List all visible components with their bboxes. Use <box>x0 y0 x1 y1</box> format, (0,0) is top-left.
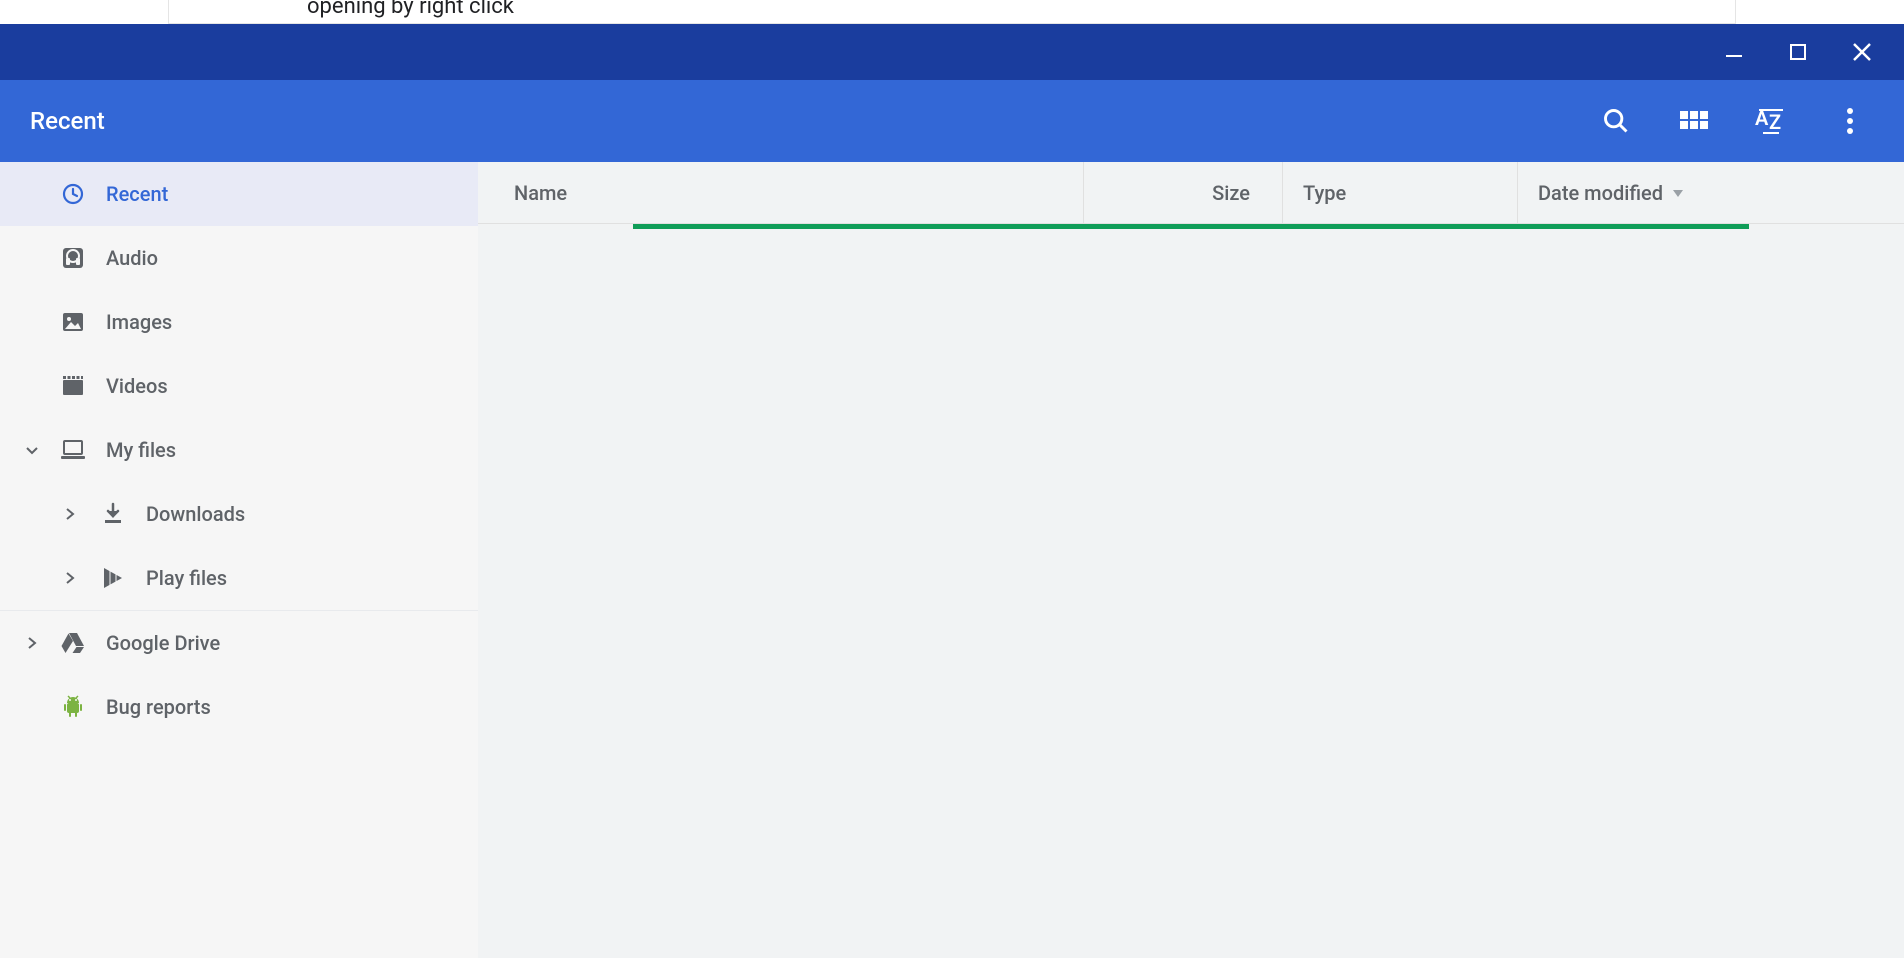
loading-bar-fill <box>633 224 1749 229</box>
sidebar-item-bugreports[interactable]: Bug reports <box>0 675 478 739</box>
sidebar-item-playfiles[interactable]: Play files <box>0 546 478 610</box>
sort-az-icon: A Z <box>1755 107 1789 135</box>
expand-toggle[interactable] <box>60 568 80 588</box>
more-vert-icon <box>1846 108 1854 134</box>
sidebar-item-videos[interactable]: Videos <box>0 354 478 418</box>
sidebar-item-audio[interactable]: Audio <box>0 226 478 290</box>
drive-icon <box>60 630 86 656</box>
sidebar-item-label: Recent <box>106 182 168 206</box>
expand-toggle[interactable] <box>22 633 42 653</box>
chevron-right-icon <box>63 507 77 521</box>
app-header: Recent A Z <box>0 80 1904 162</box>
expand-toggle[interactable] <box>60 504 80 524</box>
sidebar-item-label: Play files <box>146 566 227 590</box>
sidebar-item-downloads[interactable]: Downloads <box>0 482 478 546</box>
sort-button[interactable]: A Z <box>1748 97 1796 145</box>
chevron-right-icon <box>25 636 39 650</box>
window-close-button[interactable] <box>1850 40 1874 64</box>
file-list-pane: Name Size Type Date modified <box>478 162 1904 958</box>
sidebar-item-label: Videos <box>106 374 168 398</box>
column-label: Date modified <box>1538 181 1663 205</box>
sidebar-item-myfiles[interactable]: My files <box>0 418 478 482</box>
headphones-icon <box>60 245 86 271</box>
svg-text:Z: Z <box>1769 110 1781 134</box>
sidebar-item-label: Audio <box>106 246 158 270</box>
file-list-empty <box>478 229 1904 958</box>
column-header-type[interactable]: Type <box>1283 162 1518 223</box>
sort-desc-icon <box>1671 188 1685 198</box>
more-options-button[interactable] <box>1826 97 1874 145</box>
page-context-bar: opening by right click <box>168 0 1736 24</box>
expand-toggle[interactable] <box>22 440 42 460</box>
sidebar-item-label: Bug reports <box>106 695 211 719</box>
play-icon <box>100 565 126 591</box>
download-icon <box>100 501 126 527</box>
view-toggle-button[interactable] <box>1670 97 1718 145</box>
sidebar-item-label: Google Drive <box>106 631 220 655</box>
clock-icon <box>60 181 86 207</box>
chevron-right-icon <box>63 571 77 585</box>
laptop-icon <box>60 437 86 463</box>
column-header-size[interactable]: Size <box>1084 162 1283 223</box>
image-icon <box>60 309 86 335</box>
sidebar-item-label: Images <box>106 310 172 334</box>
window-minimize-button[interactable] <box>1722 40 1746 64</box>
chevron-down-icon <box>24 442 40 458</box>
search-button[interactable] <box>1592 97 1640 145</box>
grid-view-icon <box>1680 111 1708 131</box>
sidebar-item-label: My files <box>106 438 176 462</box>
table-header-row: Name Size Type Date modified <box>478 162 1904 224</box>
android-icon <box>60 694 86 720</box>
search-icon <box>1602 107 1630 135</box>
sidebar-item-googledrive[interactable]: Google Drive <box>0 611 478 675</box>
window-titlebar <box>0 24 1904 80</box>
loading-bar <box>478 224 1749 229</box>
sidebar-item-label: Downloads <box>146 502 245 526</box>
column-header-date[interactable]: Date modified <box>1518 162 1904 223</box>
context-text: opening by right click <box>307 0 514 19</box>
sidebar-item-images[interactable]: Images <box>0 290 478 354</box>
column-label: Type <box>1303 181 1346 205</box>
video-icon <box>60 373 86 399</box>
window-maximize-button[interactable] <box>1786 40 1810 64</box>
workspace: Recent Audio Images Videos <box>0 162 1904 958</box>
column-label: Name <box>514 181 567 205</box>
column-label: Size <box>1212 181 1250 205</box>
sidebar-item-recent[interactable]: Recent <box>0 162 478 226</box>
column-header-name[interactable]: Name <box>478 162 1084 223</box>
sidebar: Recent Audio Images Videos <box>0 162 478 958</box>
header-title: Recent <box>30 107 105 135</box>
